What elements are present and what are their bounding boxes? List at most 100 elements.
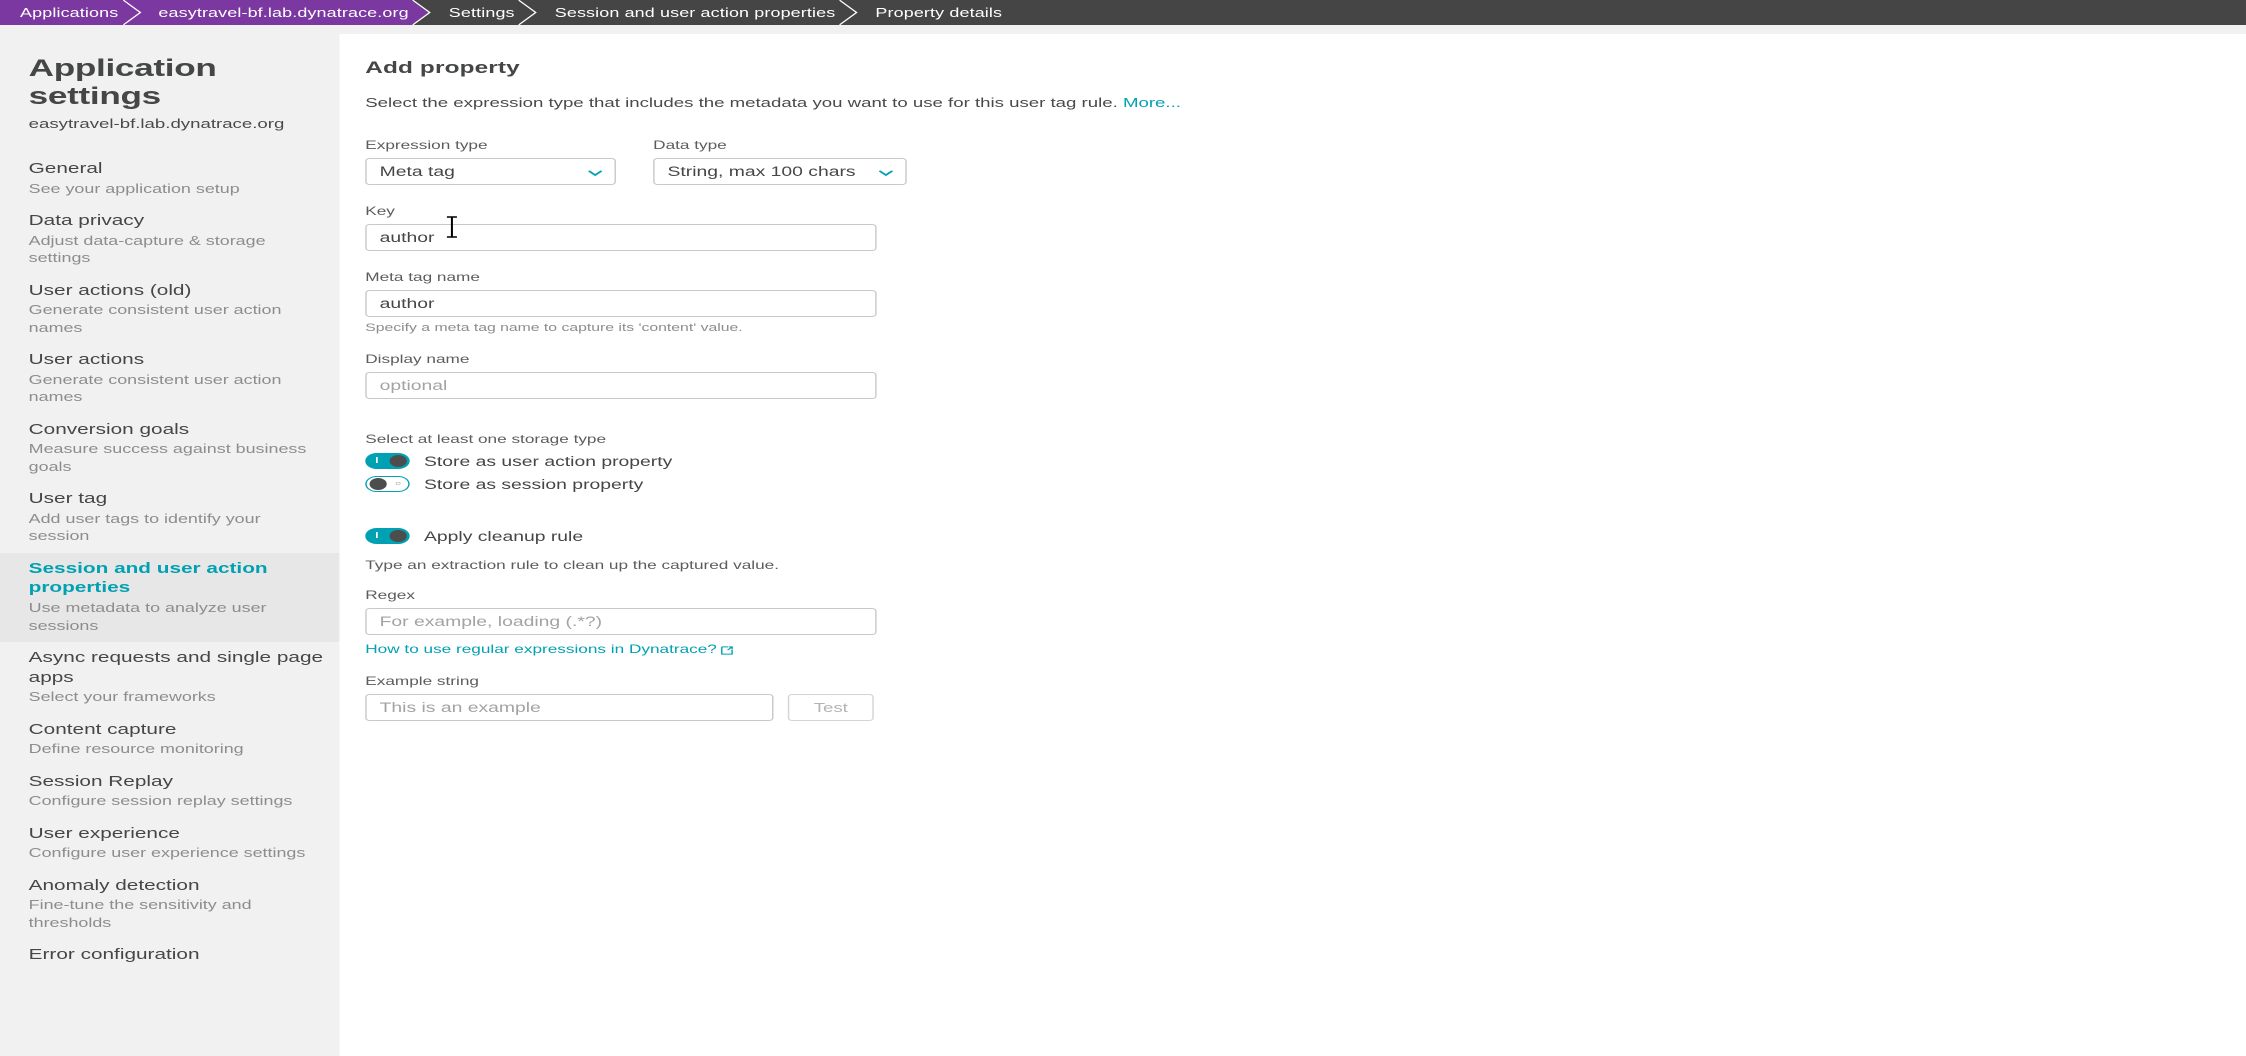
sidebar-item-label: User actions	[29, 351, 326, 371]
sidebar-item-label: Session Replay	[29, 773, 326, 793]
sidebar-item-label: User experience	[29, 825, 326, 845]
sidebar-item-error-configuration[interactable]: Error configuration	[0, 939, 339, 973]
cleanup-toggle-row: I Apply cleanup rule	[365, 528, 2246, 544]
settings-sidebar: Application settings easytravel-bf.lab.d…	[0, 25, 339, 1056]
storage-toggle-label: Store as user action property	[424, 454, 672, 469]
external-link-icon	[721, 644, 734, 658]
sidebar-item-session-replay[interactable]: Session ReplayConfigure session replay s…	[0, 766, 339, 818]
sidebar-item-description: Measure success against business goals	[29, 441, 326, 476]
sidebar-item-general[interactable]: GeneralSee your application setup	[0, 153, 339, 205]
breadcrumb: Applications easytravel-bf.lab.dynatrace.…	[0, 0, 2246, 25]
sidebar-item-description: Define resource monitoring	[29, 741, 326, 759]
data-type-select[interactable]: String, max 100 chars	[653, 158, 907, 185]
example-string-input[interactable]	[365, 694, 773, 721]
breadcrumb-item-3[interactable]: Session and user action properties	[538, 0, 859, 25]
more-link[interactable]: More...	[1123, 95, 1181, 110]
sidebar-item-label: General	[29, 160, 326, 180]
breadcrumb-item-4[interactable]: Property details	[858, 0, 1025, 25]
meta-tag-name-hint: Specify a meta tag name to capture its '…	[365, 322, 2246, 334]
sidebar-item-anomaly-detection[interactable]: Anomaly detectionFine-tune the sensitivi…	[0, 870, 339, 940]
data-type-label: Data type	[653, 138, 907, 152]
sidebar-item-label: User tag	[29, 490, 326, 510]
sidebar-item-label: Anomaly detection	[29, 877, 326, 897]
expression-type-label: Expression type	[365, 138, 616, 152]
sidebar-item-description: Adjust data-capture & storage settings	[29, 233, 326, 268]
example-string-label: Example string	[365, 674, 2246, 688]
toggle-on-mark: I	[375, 532, 378, 540]
sidebar-item-label: Error configuration	[29, 946, 326, 966]
section-heading: Add property	[365, 58, 2246, 78]
sidebar-item-description: See your application setup	[29, 181, 326, 199]
meta-tag-name-input[interactable]	[365, 290, 876, 317]
sidebar-item-description: Fine-tune the sensitivity and thresholds	[29, 897, 326, 932]
intro-text: Select the expression type that includes…	[365, 95, 2246, 110]
breadcrumb-chevron-icon	[519, 0, 539, 25]
type-selectors-row: Expression type Meta tag Data type Strin…	[365, 138, 2246, 185]
sidebar-nav: GeneralSee your application setupData pr…	[0, 153, 339, 973]
sidebar-item-async-requests-and-single-page-apps[interactable]: Async requests and single page appsSelec…	[0, 642, 339, 714]
sidebar-item-label: Conversion goals	[29, 421, 326, 441]
toggle-knob	[369, 478, 386, 490]
sidebar-item-label: Content capture	[29, 721, 326, 741]
sidebar-item-conversion-goals[interactable]: Conversion goalsMeasure success against …	[0, 414, 339, 484]
display-name-group: Display name	[365, 352, 2246, 399]
breadcrumb-item-label: Applications	[20, 6, 118, 20]
key-group: Key	[365, 204, 2246, 251]
key-input[interactable]	[365, 224, 876, 251]
example-string-row: Test	[365, 694, 2246, 721]
sidebar-item-description: Generate consistent user action names	[29, 302, 326, 337]
test-button[interactable]: Test	[788, 694, 874, 721]
display-name-input[interactable]	[365, 372, 876, 399]
sidebar-item-label: Data privacy	[29, 212, 326, 232]
breadcrumb-item-2[interactable]: Settings	[432, 0, 538, 25]
main-content: Add property Select the expression type …	[339, 34, 2246, 1056]
meta-tag-name-label: Meta tag name	[365, 270, 2246, 284]
store-as-session-property-toggle[interactable]: ○	[365, 476, 409, 492]
sidebar-item-user-actions[interactable]: User actionsGenerate consistent user act…	[0, 344, 339, 414]
apply-cleanup-rule-toggle[interactable]: I	[365, 528, 409, 544]
sidebar-item-user-actions-old[interactable]: User actions (old)Generate consistent us…	[0, 275, 339, 345]
storage-toggle-label: Store as session property	[424, 477, 643, 492]
sidebar-item-description: Configure user experience settings	[29, 845, 326, 863]
chevron-down-icon	[587, 166, 603, 177]
toggle-knob	[389, 455, 406, 467]
breadcrumb-item-0[interactable]: Applications	[0, 0, 141, 25]
sidebar-item-description: Select your frameworks	[29, 689, 326, 707]
page-subtitle: easytravel-bf.lab.dynatrace.org	[29, 116, 340, 131]
sidebar-item-session-and-user-action-properties[interactable]: Session and user action propertiesUse me…	[0, 553, 339, 642]
key-label: Key	[365, 204, 2246, 218]
intro-sentence: Select the expression type that includes…	[365, 95, 1118, 110]
breadcrumb-chevron-icon	[413, 0, 433, 25]
sidebar-item-content-capture[interactable]: Content captureDefine resource monitorin…	[0, 714, 339, 766]
expression-type-value: Meta tag	[380, 164, 455, 179]
expression-type-group: Expression type Meta tag	[365, 138, 616, 185]
sidebar-item-description: Generate consistent user action names	[29, 372, 326, 407]
sidebar-item-description: Add user tags to identify your session	[29, 511, 326, 546]
breadcrumb-item-label: Session and user action properties	[555, 6, 836, 20]
storage-toggle-row-0: I Store as user action property	[365, 453, 2246, 469]
storage-toggle-list: I Store as user action property ○ Store as …	[365, 453, 2246, 492]
toggle-state-mark: I	[375, 457, 378, 465]
sidebar-item-user-tag[interactable]: User tagAdd user tags to identify your s…	[0, 483, 339, 553]
chevron-down-icon	[878, 166, 894, 177]
expression-type-select[interactable]: Meta tag	[365, 158, 616, 185]
sidebar-item-label: Session and user action properties	[29, 560, 326, 599]
store-as-user-action-property-toggle[interactable]: I	[365, 453, 409, 469]
breadcrumb-chevron-icon	[123, 0, 143, 25]
sidebar-item-label: User actions (old)	[29, 282, 326, 302]
breadcrumb-item-1[interactable]: easytravel-bf.lab.dynatrace.org	[141, 0, 431, 25]
sidebar-item-label: Async requests and single page apps	[29, 649, 326, 688]
toggle-state-mark: ○	[395, 481, 401, 488]
cleanup-rule-group: I Apply cleanup rule Type an extraction …	[365, 528, 2246, 721]
breadcrumb-item-label: Settings	[449, 6, 515, 20]
storage-toggle-row-1: ○ Store as session property	[365, 476, 2246, 492]
storage-type-label: Select at least one storage type	[365, 432, 2246, 446]
app-viewport: Applications easytravel-bf.lab.dynatrace.…	[0, 0, 2246, 1056]
sidebar-item-data-privacy[interactable]: Data privacyAdjust data-capture & storag…	[0, 205, 339, 275]
breadcrumb-item-label: Property details	[875, 6, 1002, 20]
regex-input[interactable]	[365, 608, 876, 635]
regex-group: Regex How to use regular expressions in …	[365, 588, 2246, 658]
sidebar-item-user-experience[interactable]: User experienceConfigure user experience…	[0, 818, 339, 870]
storage-type-group: Select at least one storage type I Store …	[365, 432, 2246, 492]
regex-help-link[interactable]: How to use regular expressions in Dynatr…	[365, 642, 734, 656]
